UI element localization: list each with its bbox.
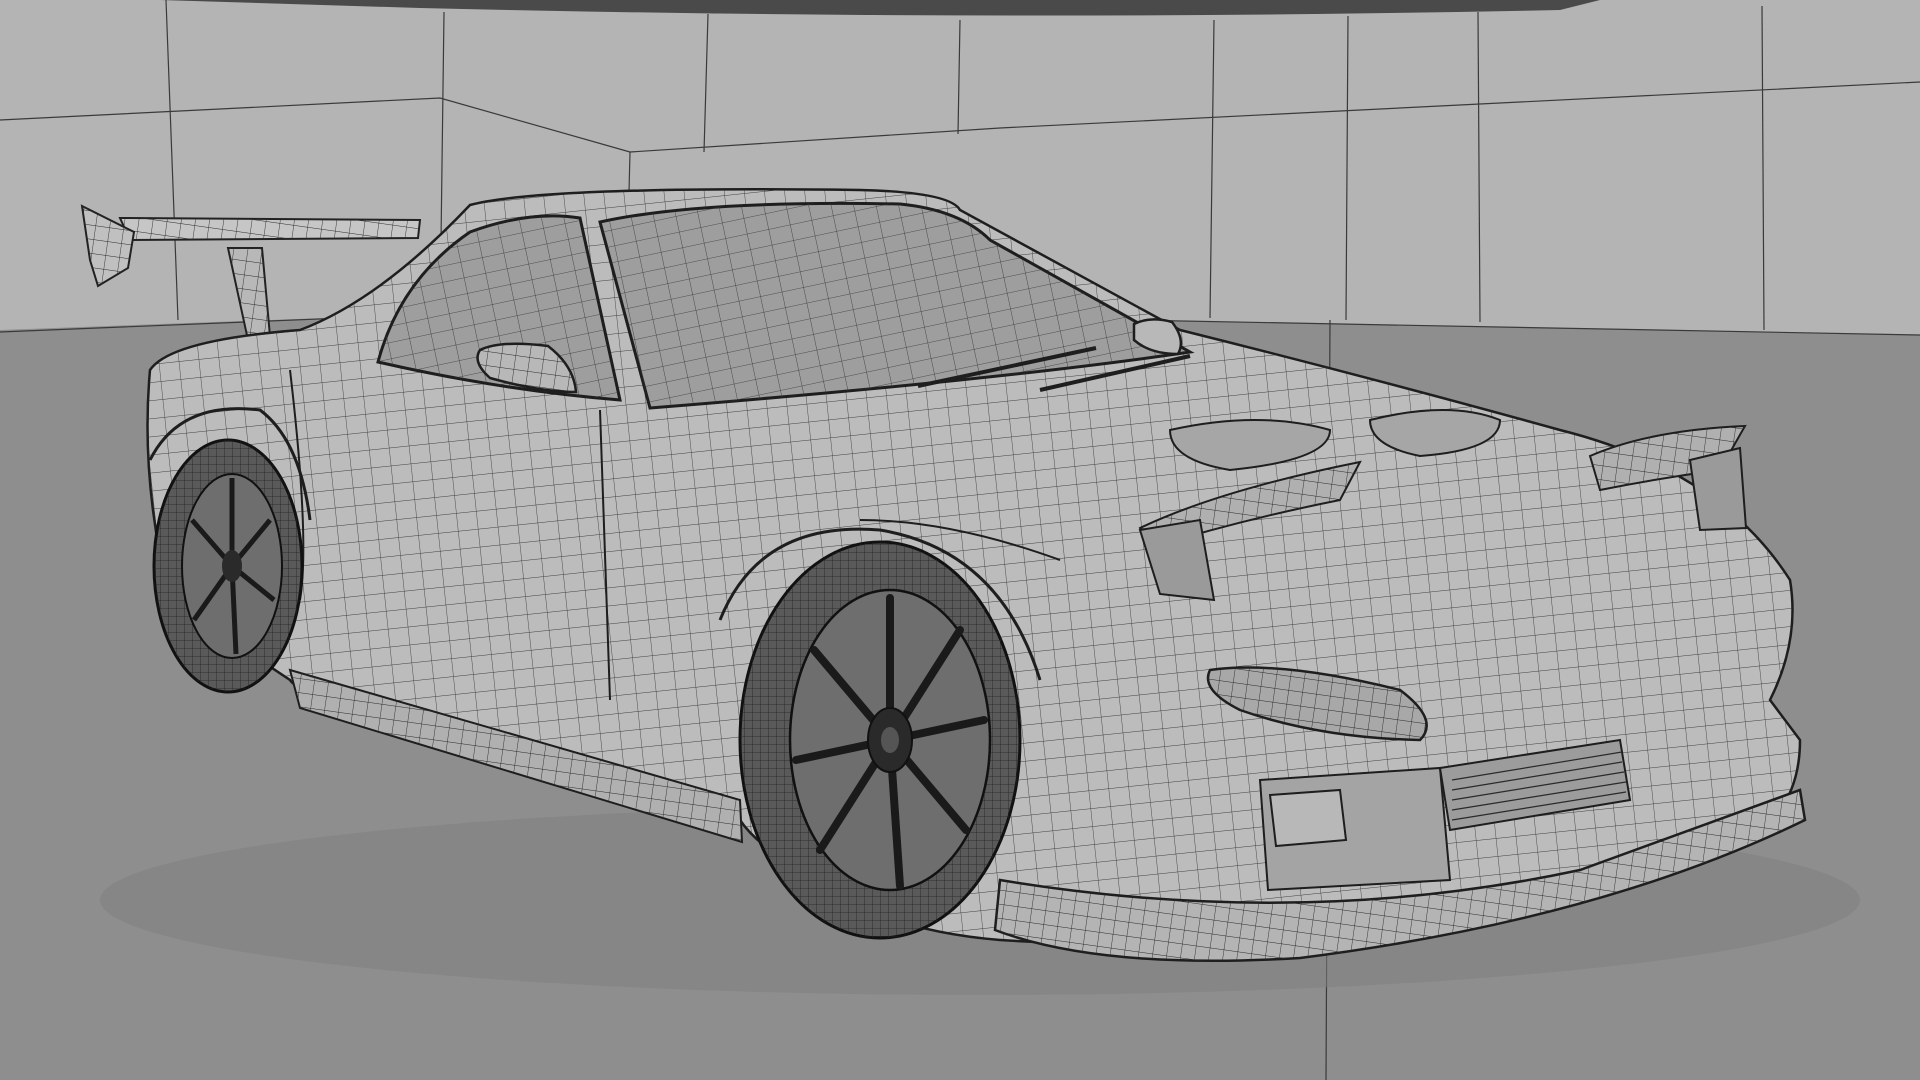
3d-viewport[interactable] xyxy=(0,0,1920,1080)
fog-light-left xyxy=(1268,788,1348,848)
front-wheel xyxy=(738,540,1022,940)
rear-wheel xyxy=(152,438,304,694)
viewport-canvas[interactable] xyxy=(0,0,1920,1080)
